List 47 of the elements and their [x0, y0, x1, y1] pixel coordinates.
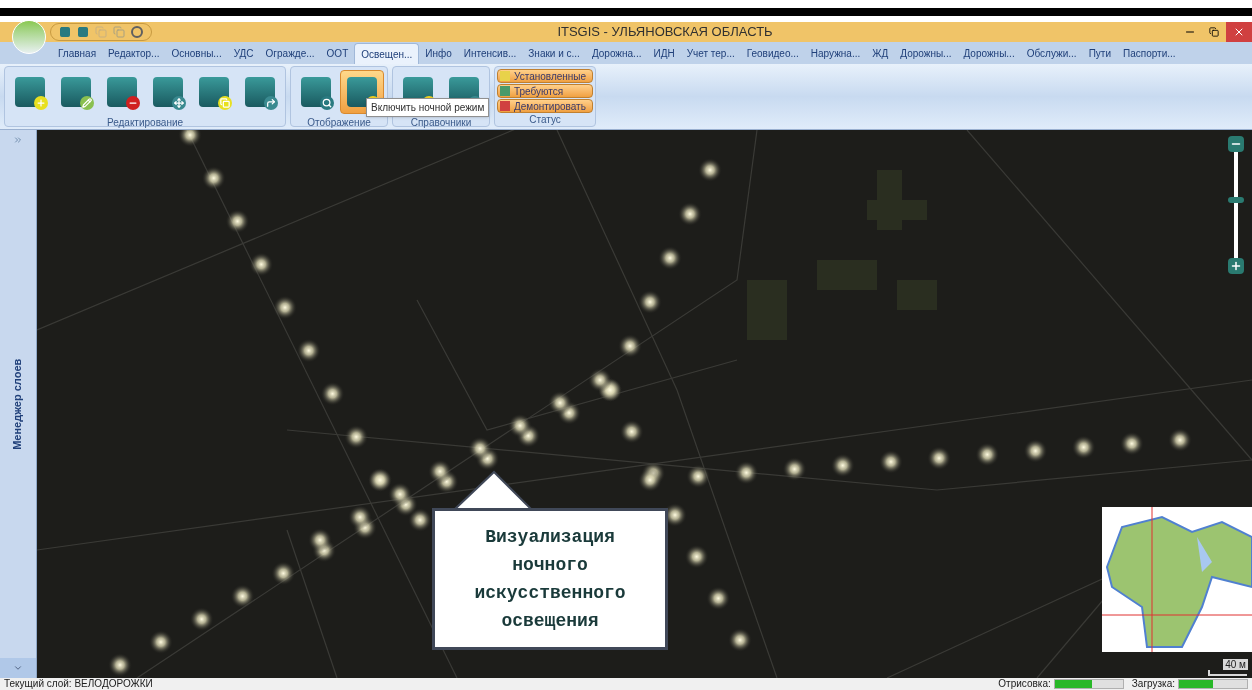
ribbon-tab[interactable]: Наружна... [804, 43, 867, 64]
meter-label: Загрузка: [1131, 679, 1175, 689]
tooltip: Включить ночной режим [366, 98, 490, 117]
ribbon-tab[interactable]: Инфо [419, 43, 458, 64]
ribbon-tab[interactable]: Огражде... [259, 43, 321, 64]
status-filter-button[interactable]: Требуются [497, 84, 593, 98]
ribbon-tab[interactable]: Дорожны... [957, 43, 1021, 64]
group-label: Справочники [409, 117, 473, 129]
ribbon-tab[interactable]: Паспорти... [1117, 43, 1182, 64]
ribbon-tab[interactable]: Геовидео... [740, 43, 805, 64]
zoom-slider[interactable] [1228, 152, 1244, 258]
close-button[interactable] [1226, 22, 1252, 42]
ribbon-tab[interactable]: Интенсив... [457, 43, 523, 64]
ribbon-tab[interactable]: ИДН [647, 43, 681, 64]
ribbon-tab[interactable]: УДС [227, 43, 260, 64]
ribbon-tab[interactable]: Основны... [165, 43, 228, 64]
ribbon-tab[interactable]: ООТ [320, 43, 355, 64]
group-label: Редактирование [105, 117, 185, 129]
window-title: ITSGIS - УЛЬЯНОВСКАЯ ОБЛАСТЬ [556, 23, 774, 42]
group-label: Отображение [306, 117, 372, 129]
status-filter-button[interactable]: Демонтировать [497, 99, 593, 113]
current-layer-text: Текущий слой: ВЕЛОДОРОЖКИ [4, 679, 154, 689]
ribbon-tab[interactable]: Главная [52, 43, 103, 64]
caret-icon [13, 663, 23, 673]
scale-label: 40 м [1223, 659, 1248, 670]
ribbon-tab[interactable]: ЖД [866, 43, 895, 64]
ribbon-tab[interactable]: Редактор... [102, 43, 166, 64]
expand-icon [13, 135, 23, 145]
zoom-out-button[interactable] [1228, 136, 1244, 152]
plus-icon [1230, 260, 1242, 272]
ribbon-tab[interactable]: Пути [1082, 43, 1117, 64]
status-filter-button[interactable]: Установленные [497, 69, 593, 83]
ribbon-tab[interactable]: Обслужи... [1020, 43, 1083, 64]
ribbon-tab[interactable]: Дорожна... [585, 43, 648, 64]
scale-bar-icon [1208, 670, 1248, 676]
ribbon-tab[interactable]: Дорожны... [894, 43, 958, 64]
restore-icon [1209, 27, 1219, 37]
ribbon-tab[interactable]: Учет тер... [680, 43, 741, 64]
zoom-in-button[interactable] [1228, 258, 1244, 274]
close-icon [1233, 26, 1245, 38]
layer-manager-tab[interactable]: Менеджер слоев [9, 358, 27, 450]
ribbon-tab[interactable]: Знаки и с... [522, 43, 586, 64]
ribbon-tab[interactable]: Освещен... [354, 43, 420, 64]
group-label: Статус [529, 114, 561, 126]
meter-label: Отрисовка: [998, 679, 1051, 689]
map-view[interactable]: Визуализация ночного искусственного освещения 40 м [37, 130, 1252, 678]
zoom-handle[interactable] [1228, 197, 1244, 203]
